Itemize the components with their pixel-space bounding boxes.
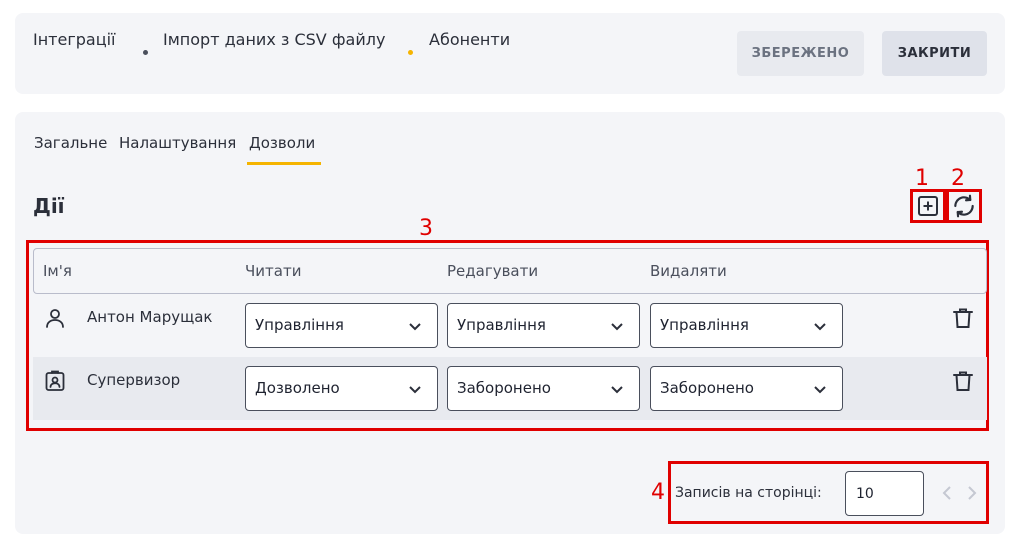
close-button[interactable]: ЗАКРИТИ: [882, 31, 987, 76]
tab-settings[interactable]: Налаштування: [119, 134, 236, 152]
edit-permission-select[interactable]: Управління: [447, 303, 640, 348]
records-per-page-input[interactable]: [845, 471, 924, 516]
chevron-down-icon: [611, 323, 623, 331]
column-header-delete: Видаляти: [650, 262, 727, 280]
records-per-page-label: Записів на сторінці:: [675, 485, 822, 501]
annotation-box-2: [946, 189, 982, 223]
annotation-box-1: [910, 189, 946, 223]
column-header-edit: Редагувати: [447, 262, 539, 280]
chevron-right-icon[interactable]: [964, 483, 980, 503]
annotation-label-1: 1: [915, 166, 929, 191]
read-permission-select[interactable]: Дозволено: [245, 366, 438, 411]
breadcrumb-subscribers: Абоненти: [429, 30, 511, 49]
chevron-down-icon: [409, 386, 421, 394]
breadcrumb-separator-active: [408, 50, 413, 55]
edit-permission-select[interactable]: Заборонено: [447, 366, 640, 411]
tab-general[interactable]: Загальне: [34, 134, 107, 152]
badge-icon: [43, 369, 67, 393]
row-name: Супервизор: [87, 371, 181, 389]
chevron-down-icon: [814, 386, 826, 394]
column-header-name: Ім'я: [43, 262, 72, 280]
active-tab-indicator: [247, 162, 321, 165]
user-icon: [43, 306, 67, 330]
trash-icon[interactable]: [951, 306, 975, 330]
chevron-left-icon[interactable]: [939, 483, 955, 503]
breadcrumb-separator: [143, 50, 148, 55]
annotation-label-3: 3: [419, 216, 433, 241]
annotation-label-2: 2: [951, 166, 965, 191]
annotation-label-4: 4: [651, 480, 665, 505]
section-title: Дії: [33, 194, 65, 218]
breadcrumb-csv-import[interactable]: Імпорт даних з CSV файлу: [163, 30, 385, 49]
tab-permissions[interactable]: Дозволи: [249, 134, 315, 152]
delete-permission-select[interactable]: Заборонено: [650, 366, 843, 411]
row-name: Антон Марущак: [87, 308, 213, 326]
trash-icon[interactable]: [951, 369, 975, 393]
column-header-read: Читати: [245, 262, 302, 280]
delete-permission-select[interactable]: Управління: [650, 303, 843, 348]
chevron-down-icon: [409, 323, 421, 331]
read-permission-select[interactable]: Управління: [245, 303, 438, 348]
saved-button[interactable]: ЗБЕРЕЖЕНО: [737, 31, 864, 76]
breadcrumb-integrations[interactable]: Інтеграції: [33, 30, 116, 49]
chevron-down-icon: [814, 323, 826, 331]
chevron-down-icon: [611, 386, 623, 394]
